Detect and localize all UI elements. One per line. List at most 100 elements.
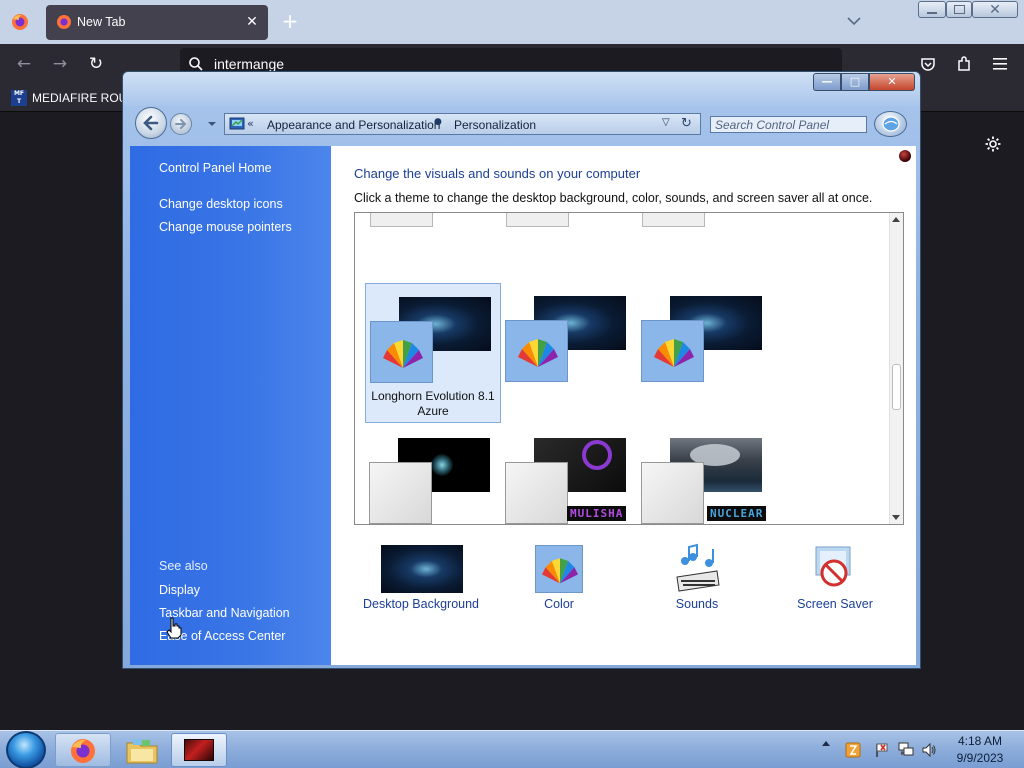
action-center-flag-icon[interactable] [874,742,890,758]
browser-close-button[interactable]: ✕ [972,1,1018,18]
taskbar: 4:18 AM 9/9/2023 [0,730,1024,768]
change-desktop-icons-link[interactable]: Change desktop icons [159,197,283,211]
desktop-background-icon [381,545,463,593]
breadcrumb-separator-icon[interactable]: ● [434,117,442,127]
search-control-panel-input[interactable]: Search Control Panel [710,116,867,133]
clock-date[interactable]: 9/9/2023 [950,751,1010,765]
forward-icon[interactable]: → [50,54,70,74]
show-hidden-icons-icon[interactable] [822,741,830,746]
search-placeholder: Search Control Panel [715,118,830,132]
see-also-heading: See also [159,559,208,573]
network-icon[interactable] [898,742,914,758]
theme-color-swatch [505,320,568,382]
theme-color-swatch [505,462,568,524]
close-tab-icon[interactable]: ✕ [242,12,262,32]
minimize-button[interactable]: — [813,73,841,91]
theme-longhorn-azure[interactable]: Longhorn Evolution 8.1 Azure [365,283,501,423]
address-dropdown-icon[interactable]: ▽ [662,117,670,128]
scrollbar-thumb[interactable] [892,364,901,410]
firefox-icon [71,739,95,763]
folder-icon [126,739,158,764]
color-fan-icon [518,339,558,367]
firefox-icon[interactable] [10,12,30,32]
page-description: Click a theme to change the desktop back… [354,191,873,205]
arrow-left-icon [143,115,159,131]
color-fan-icon [383,340,423,368]
close-button[interactable]: ✕ [869,73,915,91]
volume-icon[interactable] [921,742,937,758]
theme-color-swatch [369,462,432,524]
theme-item-mulisha[interactable]: MULISHA [501,424,637,524]
help-button[interactable] [874,111,907,137]
screen-saver-link[interactable]: Screen Saver [770,597,900,611]
app-window-icon [184,739,214,761]
theme-item-partial[interactable] [642,213,705,227]
control-panel-icon [229,117,245,130]
tab-title: New Tab [77,15,126,29]
mulisha-label: MULISHA [567,506,627,521]
breadcrumb-personalization[interactable]: Personalization [454,118,536,132]
back-icon[interactable]: ← [14,54,34,74]
scroll-up-icon[interactable] [892,217,900,222]
theme-color-swatch [641,462,704,524]
color-fan-icon [542,558,578,584]
task-pane: Control Panel Home Change desktop icons … [130,146,331,665]
firefox-tab-icon [57,15,71,29]
address-bar[interactable]: « Appearance and Personalization ● Perso… [224,113,701,135]
screen-saver-icon [815,546,851,587]
new-tab-button[interactable]: + [279,10,301,32]
sounds-icon [676,543,720,592]
theme-item-partial[interactable] [370,213,433,227]
clock-time[interactable]: 4:18 AM [950,734,1010,748]
mediafire-icon: MF T [11,90,27,106]
bookmark-mediafire[interactable]: MEDIAFIRE ROUL [32,91,134,105]
back-button[interactable] [135,107,167,139]
taskbar-firefox[interactable] [55,733,111,767]
browser-minimize-button[interactable] [918,1,946,18]
theme-item-partial[interactable] [506,213,569,227]
control-panel-home-link[interactable]: Control Panel Home [159,161,272,175]
display-link[interactable]: Display [159,583,200,597]
refresh-icon[interactable]: ↻ [681,116,692,131]
theme-color-swatch [370,321,433,383]
change-mouse-pointers-link[interactable]: Change mouse pointers [159,220,292,234]
search-icon [189,57,203,71]
tab-new-tab[interactable]: New Tab ✕ [46,5,268,40]
taskbar-control-panel[interactable] [171,733,227,767]
browser-maximize-button[interactable] [946,1,972,18]
breadcrumb-overflow-icon[interactable]: « [247,117,254,130]
theme-color-swatch [641,320,704,382]
reload-icon[interactable]: ↻ [86,54,106,74]
help-icon [882,116,900,132]
start-button[interactable] [6,731,46,768]
theme-item[interactable] [365,424,501,524]
color-fan-icon [654,339,694,367]
vertical-scrollbar[interactable] [889,213,903,524]
hand-cursor-icon [166,617,182,639]
user-icon[interactable] [899,150,911,162]
color-link[interactable]: Color [494,597,624,611]
gear-icon[interactable] [984,135,1002,153]
breadcrumb-appearance[interactable]: Appearance and Personalization [267,118,440,132]
maximize-button[interactable]: □ [841,73,869,91]
tray-app-icon[interactable] [845,742,861,758]
chevron-down-icon[interactable] [845,12,863,30]
sounds-link[interactable]: Sounds [632,597,762,611]
pocket-icon[interactable] [919,55,937,73]
theme-item[interactable] [501,283,637,423]
scroll-down-icon[interactable] [892,515,900,520]
theme-item-nuclear[interactable]: NUCLEAR [637,424,773,524]
window-controls: — □ ✕ [813,73,915,91]
menu-icon[interactable] [991,56,1009,72]
forward-button[interactable] [170,113,192,135]
desktop-background-link[interactable]: Desktop Background [356,597,486,611]
taskbar-explorer[interactable] [113,733,169,767]
recent-pages-dropdown[interactable] [208,122,216,126]
theme-gallery: Longhorn Evolution 8.1 Azure MULISHA NUC… [354,212,904,525]
theme-name: Longhorn Evolution 8.1 Azure [371,389,495,418]
extensions-icon[interactable] [955,55,973,73]
control-panel-window: — □ ✕ « Appearance and Personalization ● P… [122,71,921,669]
url-text: intermange [214,56,285,72]
nuclear-label: NUCLEAR [707,506,767,521]
theme-item[interactable] [637,283,773,423]
